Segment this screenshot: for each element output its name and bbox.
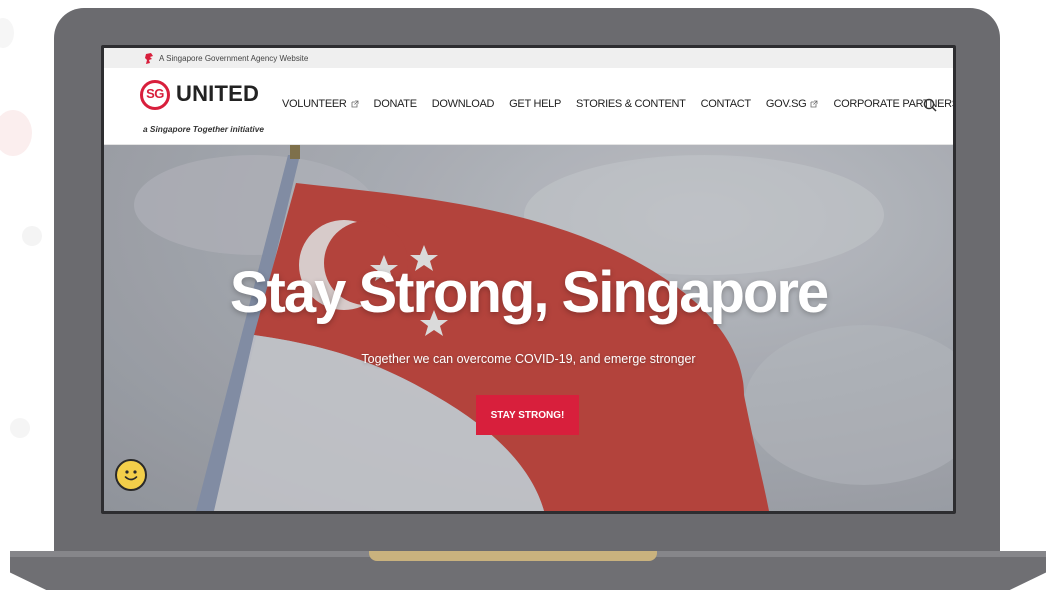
lion-head-icon [145,52,153,64]
decorative-dot [10,418,30,438]
gov-banner-text: A Singapore Government Agency Website [159,53,309,63]
logo-sg-text: SG [146,86,164,101]
decorative-dot [0,18,14,48]
hero-overlay [104,145,953,511]
external-link-icon [351,100,358,108]
sg-united-logo[interactable]: SG UNITED a Singapore Together initiativ… [140,78,265,136]
nav-label: GOV.SG [765,98,807,110]
nav-stories-content[interactable]: STORIES & CONTENT [576,98,686,110]
laptop-notch [369,551,657,561]
nav-label: DONATE [373,98,418,110]
nav-label: DOWNLOAD [431,98,495,110]
site-header: SG UNITED a Singapore Together initiativ… [104,68,953,145]
hero-banner: Stay Strong, Singapore Together we can o… [104,145,953,511]
search-icon[interactable] [923,98,937,112]
feedback-smiley-icon[interactable] [115,459,147,491]
nav-donate[interactable]: DONATE [373,98,418,110]
nav-get-help[interactable]: GET HELP [509,98,561,110]
decorative-dot [0,110,32,156]
gov-banner: A Singapore Government Agency Website [104,48,953,68]
nav-label: VOLUNTEER [282,98,347,110]
nav-label: STORIES & CONTENT [575,98,686,110]
logo-united-text: UNITED [176,81,260,106]
hero-title: Stay Strong, Singapore [229,260,829,325]
nav-label: CONTACT [700,98,752,110]
nav-contact[interactable]: CONTACT [700,98,752,110]
smiley-face-icon [124,470,138,481]
laptop-screen: A Singapore Government Agency Website SG… [104,48,953,511]
nav-gov-sg[interactable]: GOV.SG [766,98,819,110]
external-link-icon [811,100,818,108]
stay-strong-button[interactable]: STAY STRONG! [476,395,579,435]
decorative-dot [22,226,42,246]
main-nav: VOLUNTEER DONATE DOWNLOAD GET HELP STORI… [282,98,953,110]
nav-label: GET HELP [509,98,561,110]
hero-subtitle: Together we can overcome COVID-19, and e… [361,352,696,366]
nav-download[interactable]: DOWNLOAD [431,98,495,110]
nav-volunteer[interactable]: VOLUNTEER [282,98,359,110]
logo-tagline: a Singapore Together initiative [143,124,264,134]
